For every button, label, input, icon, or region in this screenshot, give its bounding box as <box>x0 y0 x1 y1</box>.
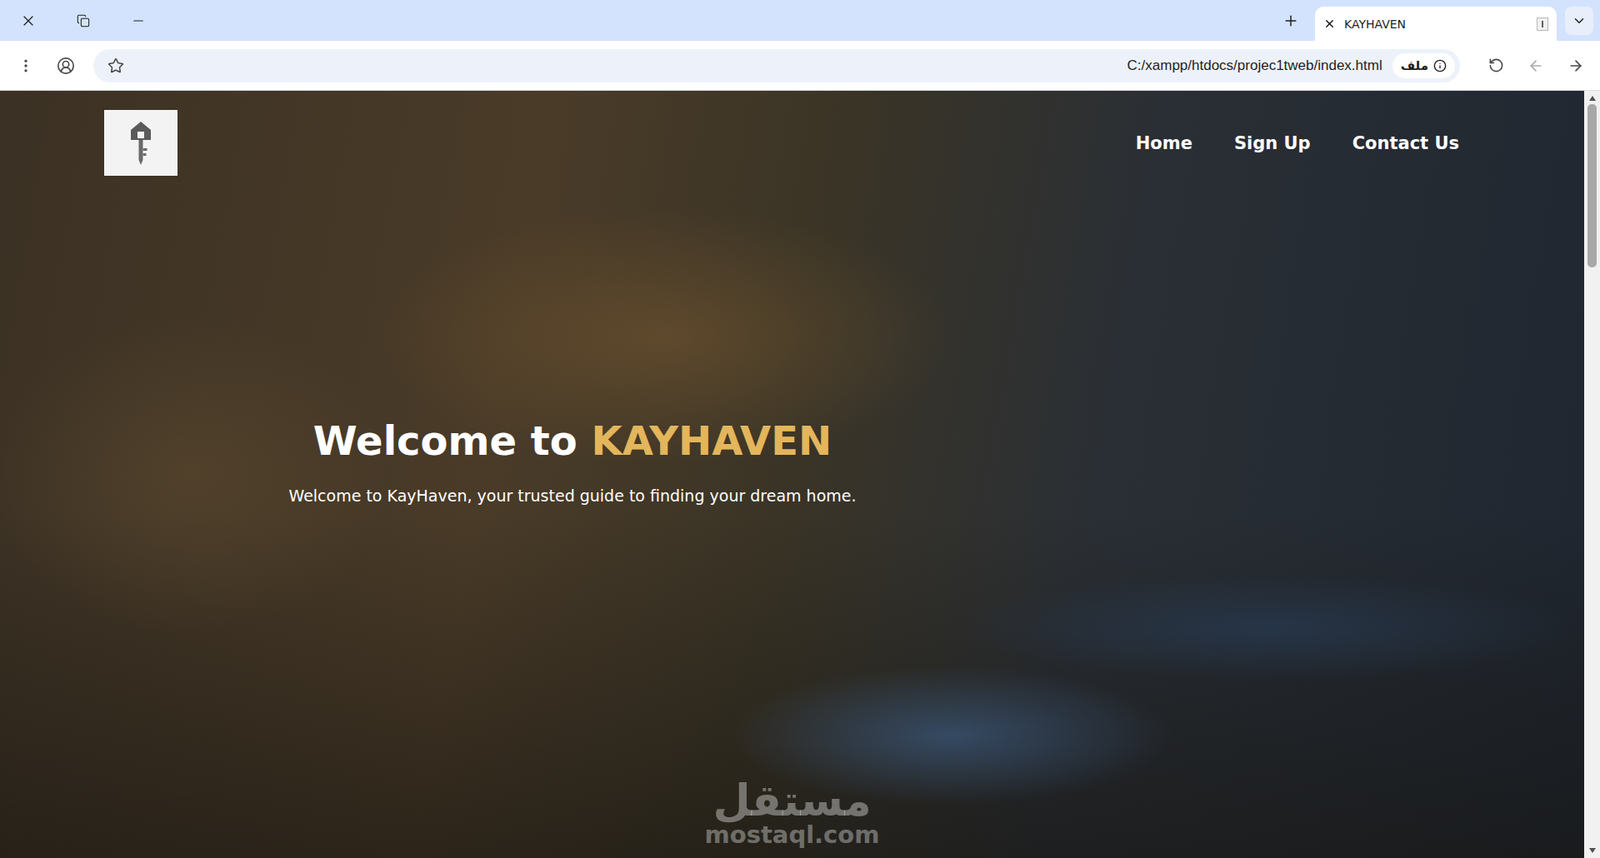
hero: Welcome to KAYHAVEN Welcome to KayHaven, … <box>197 417 948 508</box>
hero-background: Home Sign Up Contact Us Welcome to KAYHAVEN… <box>0 90 1585 858</box>
site-nav: Home Sign Up Contact Us <box>1135 130 1460 157</box>
info-icon <box>1433 59 1447 73</box>
arrow-right-icon <box>1567 57 1585 75</box>
tab-search-button[interactable] <box>1565 6 1594 35</box>
new-tab-button[interactable] <box>1276 6 1305 35</box>
close-button[interactable] <box>15 7 42 35</box>
minimize-icon <box>130 13 146 29</box>
nav-link[interactable]: Sign Up <box>1234 130 1311 157</box>
toolbar: C:/xampp/htdocs/projec1tweb/index.html مل… <box>0 40 1600 91</box>
reload-icon <box>1488 57 1505 74</box>
menu-dots-icon <box>17 57 35 75</box>
tab-title: KAYHAVEN <box>1344 17 1529 31</box>
scroll-thumb[interactable] <box>1587 104 1597 268</box>
hero-title-part: KAYHAVEN <box>590 417 832 465</box>
profile-icon <box>56 56 75 75</box>
plus-icon <box>1282 12 1300 30</box>
close-icon <box>20 12 37 30</box>
minimize-button[interactable] <box>125 7 152 35</box>
restore-icon <box>76 14 90 28</box>
restore-button[interactable] <box>70 7 97 35</box>
watermark: مستقلmostaql.com <box>705 779 880 850</box>
browser-window: KAYHAVEN C:/xampp/htdocs/projec1tweb/inde… <box>0 0 1600 858</box>
nav-link[interactable]: Home <box>1135 130 1193 157</box>
window-controls <box>10 0 152 41</box>
watermark-arabic: مستقل <box>712 779 871 823</box>
scroll-up-icon <box>1589 95 1596 101</box>
favicon-mark <box>1541 20 1544 28</box>
back-button[interactable] <box>1560 50 1592 82</box>
scroll-down-button[interactable] <box>1584 845 1600 857</box>
address-bar[interactable]: C:/xampp/htdocs/projec1tweb/index.html مل… <box>93 49 1460 83</box>
url-text[interactable]: C:/xampp/htdocs/projec1tweb/index.html <box>141 57 1383 75</box>
page-area: Home Sign Up Contact Us Welcome to KAYHAVEN… <box>0 90 1600 858</box>
scrollbar[interactable] <box>1584 90 1600 858</box>
scroll-up-button[interactable] <box>1584 92 1600 105</box>
arrow-left-icon <box>1527 57 1545 75</box>
chevron-down-icon <box>1571 13 1587 29</box>
site-info-label: ملف <box>1400 58 1429 74</box>
site-info-chip[interactable]: ملف <box>1392 53 1455 79</box>
reload-button[interactable] <box>1480 50 1512 82</box>
nav-link[interactable]: Contact Us <box>1352 130 1460 157</box>
hero-subtitle: Welcome to KayHaven, your trusted guide … <box>288 484 856 509</box>
favicon-icon <box>1536 17 1549 31</box>
key-house-icon <box>128 120 154 167</box>
browser-tab[interactable]: KAYHAVEN <box>1315 6 1557 41</box>
scroll-down-icon <box>1589 848 1596 854</box>
watermark-latin: mostaql.com <box>705 822 880 850</box>
star-icon <box>107 57 125 75</box>
site-logo[interactable] <box>104 110 178 176</box>
tab-strip: KAYHAVEN <box>0 0 1600 41</box>
profile-button[interactable] <box>50 50 82 82</box>
hero-title: Welcome to KAYHAVEN <box>313 417 832 466</box>
forward-button[interactable] <box>1520 50 1552 82</box>
scroll-track[interactable] <box>1584 104 1600 845</box>
site-header: Home Sign Up Contact Us <box>0 90 1585 176</box>
tab-close-icon[interactable] <box>1323 17 1336 30</box>
bookmark-button[interactable] <box>100 50 132 82</box>
menu-button[interactable] <box>10 50 42 82</box>
hero-title-part: Welcome to <box>313 417 592 465</box>
